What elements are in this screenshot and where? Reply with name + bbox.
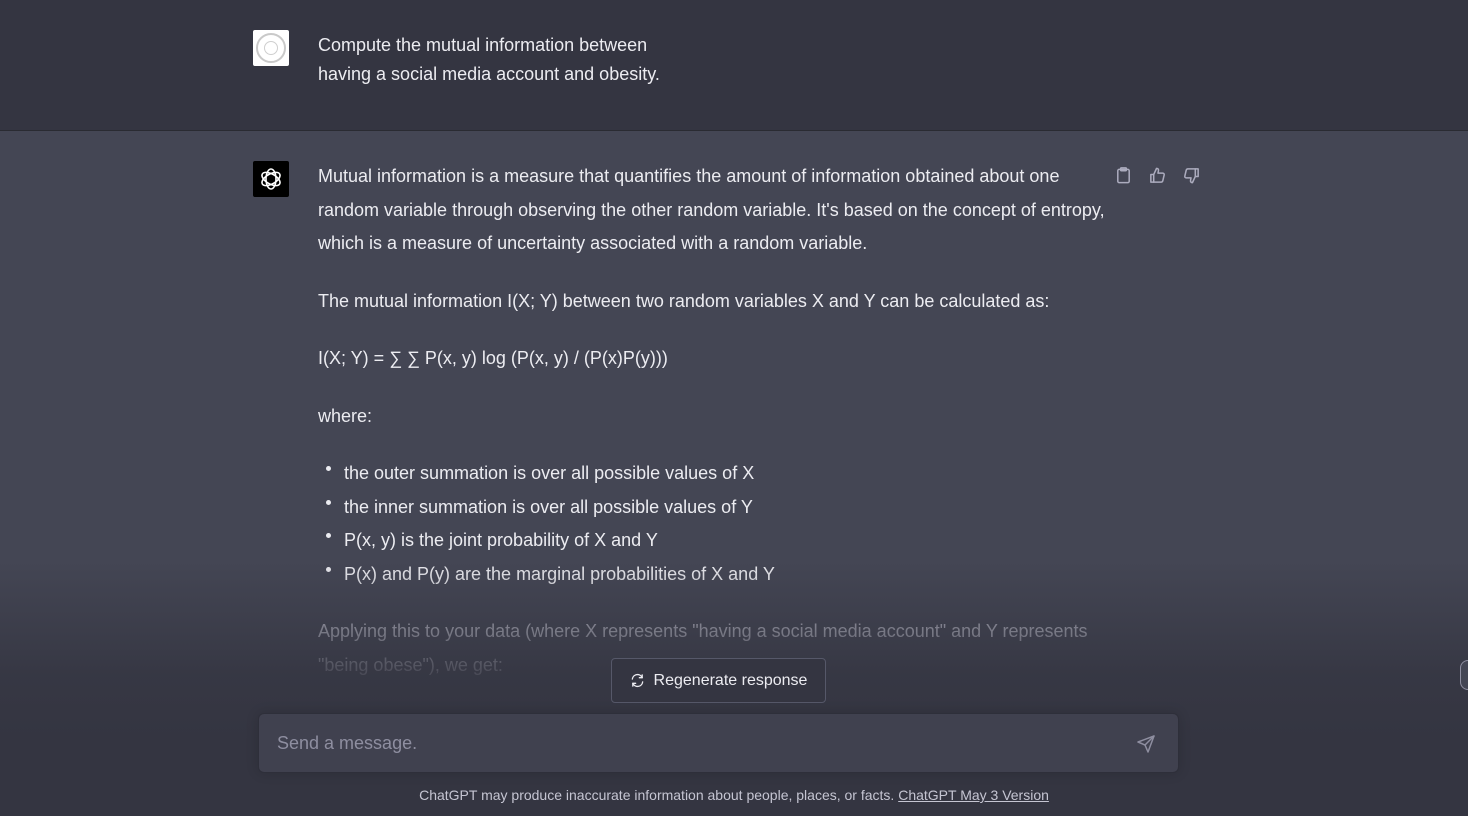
thumbs-down-button[interactable]: [1181, 164, 1202, 186]
thumbs-up-button[interactable]: [1147, 164, 1168, 186]
user-avatar: [253, 30, 289, 66]
user-message-line-1: Compute the mutual information between: [318, 35, 648, 55]
clipboard-icon: [1117, 166, 1130, 183]
assistant-message-text: Mutual information is a measure that qua…: [318, 160, 1108, 682]
message-actions: [1113, 164, 1202, 186]
copy-button[interactable]: [1113, 164, 1134, 186]
regenerate-response-button[interactable]: Regenerate response: [611, 658, 826, 703]
list-item: the outer summation is over all possible…: [318, 457, 1108, 491]
disclaimer-footer: ChatGPT may produce inaccurate informati…: [0, 787, 1468, 803]
thumbs-down-icon: [1184, 167, 1199, 183]
paper-plane-icon: [1137, 735, 1155, 753]
list-item: the inner summation is over all possible…: [318, 491, 1108, 525]
openai-logo-icon: [261, 168, 281, 190]
message-input[interactable]: [277, 728, 1117, 758]
assistant-avatar: [253, 161, 289, 197]
version-link[interactable]: ChatGPT May 3 Version: [898, 787, 1049, 803]
assistant-paragraph-2: The mutual information I(X; Y) between t…: [318, 290, 1050, 311]
assistant-paragraph-1: Mutual information is a measure that qua…: [318, 166, 1105, 253]
where-label: where:: [318, 405, 373, 426]
regenerate-label: Regenerate response: [653, 671, 808, 689]
user-message-row: Compute the mutual information between h…: [0, 0, 1468, 131]
chat-page: Compute the mutual information between h…: [0, 0, 1468, 816]
user-message-text: Compute the mutual information between h…: [318, 31, 738, 89]
user-avatar-image: [256, 33, 286, 63]
message-composer: [258, 713, 1179, 773]
list-item: P(x, y) is the joint probability of X an…: [318, 524, 1108, 558]
refresh-icon: [631, 673, 643, 688]
thumbs-up-icon: [1150, 167, 1165, 183]
definition-list: the outer summation is over all possible…: [318, 457, 1108, 591]
scrollbar-handle[interactable]: [1460, 660, 1468, 690]
send-button[interactable]: [1136, 734, 1158, 756]
mutual-information-formula: I(X; Y) = ∑ ∑ P(x, y) log (P(x, y) / (P(…: [318, 348, 668, 368]
disclaimer-text: ChatGPT may produce inaccurate informati…: [419, 787, 899, 803]
user-message-line-2: having a social media account and obesit…: [318, 64, 660, 84]
list-item: P(x) and P(y) are the marginal probabili…: [318, 558, 1108, 592]
